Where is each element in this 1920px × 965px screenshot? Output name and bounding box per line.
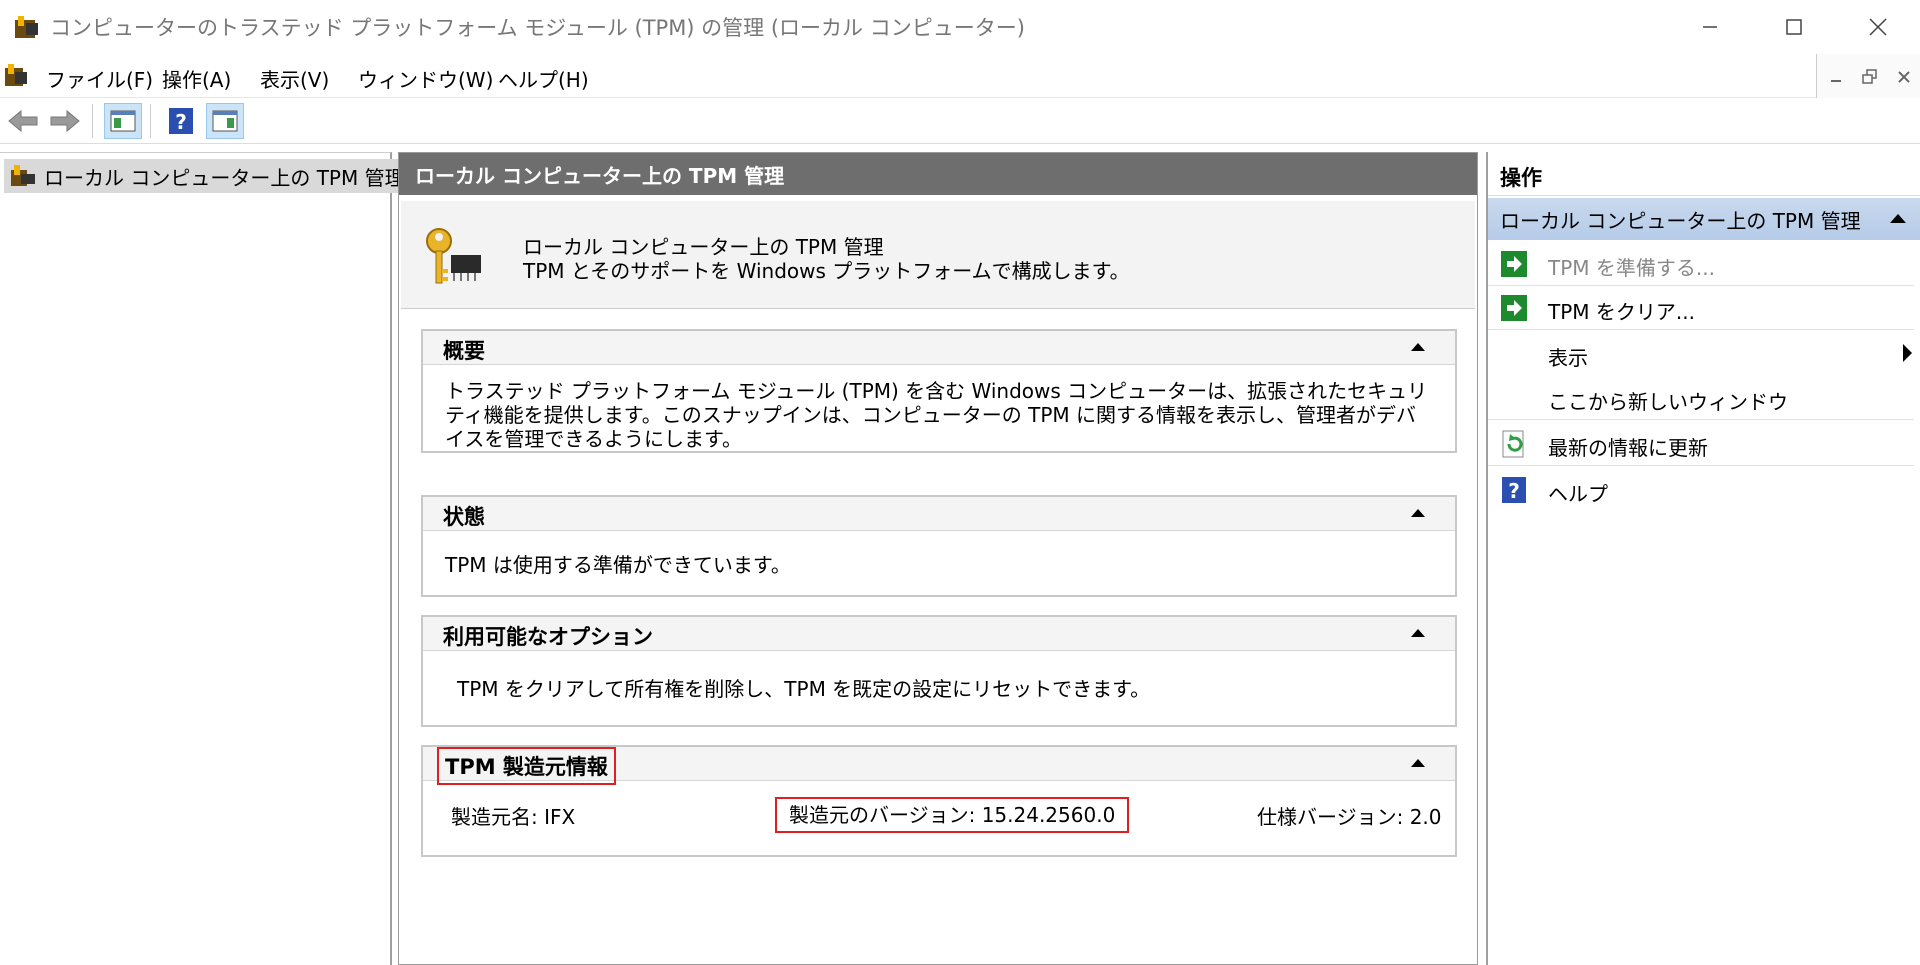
section-status: 状態 TPM は使用する準備ができています。: [421, 495, 1457, 597]
maximize-button[interactable]: [1754, 0, 1834, 54]
overview-text: トラステッド プラットフォーム モジュール (TPM) を含む Windows …: [445, 379, 1428, 451]
section-title: 概要: [443, 339, 485, 363]
svg-text:?: ?: [1508, 479, 1520, 503]
menu-window[interactable]: ウィンドウ(W): [358, 64, 493, 93]
restore-icon: [1862, 69, 1877, 84]
window-title: コンピューターのトラステッド プラットフォーム モジュール (TPM) の管理 …: [50, 16, 1025, 40]
toolbar-separator: [92, 104, 93, 138]
toolbar: ?: [0, 98, 1920, 144]
maximize-icon: [1786, 19, 1802, 35]
action-label: 表示: [1548, 346, 1588, 370]
tpm-icon: [11, 165, 35, 186]
submenu-arrow-icon: [1903, 344, 1912, 362]
action-prepare-tpm[interactable]: TPM を準備する...: [1488, 242, 1914, 286]
actions-group-tpm-management[interactable]: ローカル コンピューター上の TPM 管理: [1488, 198, 1920, 240]
actions-group-label: ローカル コンピューター上の TPM 管理: [1500, 208, 1861, 233]
minimize-icon: [1703, 26, 1717, 28]
action-label: 最新の情報に更新: [1548, 436, 1708, 460]
help-icon: ?: [169, 108, 193, 134]
section-title: 利用可能なオプション: [443, 625, 653, 649]
back-arrow-icon: [8, 109, 38, 133]
console-tree-icon: [110, 110, 136, 132]
collapse-arrow-icon[interactable]: [1411, 509, 1425, 517]
green-arrow-icon: [1501, 295, 1527, 321]
tpm-app-icon: [15, 16, 38, 38]
options-text: TPM をクリアして所有権を削除し、TPM を既定の設定にリセットできます。: [457, 677, 1151, 701]
intro-description: TPM とそのサポートを Windows プラットフォームで構成します。: [523, 259, 1130, 283]
action-label: ヘルプ: [1548, 482, 1608, 506]
refresh-icon: [1502, 430, 1524, 458]
tree-item-label: ローカル コンピューター上の TPM 管理: [44, 165, 405, 190]
document-icon[interactable]: [2, 62, 30, 90]
help-icon: ?: [1502, 477, 1526, 503]
action-refresh[interactable]: 最新の情報に更新: [1488, 422, 1914, 466]
show-hide-action-pane-button[interactable]: [206, 103, 244, 139]
collapse-arrow-icon[interactable]: [1411, 629, 1425, 637]
action-view[interactable]: 表示: [1488, 332, 1914, 376]
mdi-controls: [1816, 54, 1920, 100]
section-overview: 概要 トラステッド プラットフォーム モジュール (TPM) を含む Windo…: [421, 329, 1457, 453]
key-chip-icon: [426, 228, 481, 284]
actions-header: 操作: [1488, 158, 1920, 196]
action-clear-tpm[interactable]: TPM をクリア...: [1488, 286, 1914, 330]
actions-pane: 操作 ローカル コンピューター上の TPM 管理 TPM を準備する... TP…: [1486, 152, 1920, 965]
action-label: TPM をクリア...: [1548, 300, 1695, 324]
show-hide-console-tree-button[interactable]: [104, 103, 142, 139]
section-title: 状態: [443, 505, 485, 529]
minimize-icon: [1831, 80, 1841, 82]
action-help[interactable]: ? ヘルプ: [1488, 468, 1914, 512]
menu-file[interactable]: ファイル(F): [46, 64, 153, 93]
toolbar-separator: [150, 104, 151, 138]
manufacturer-version: 製造元のバージョン: 15.24.2560.0: [775, 797, 1130, 833]
back-button[interactable]: [4, 103, 42, 139]
section-header[interactable]: TPM 製造元情報: [423, 747, 1455, 785]
spec-version: 仕様バージョン: 2.0: [1257, 805, 1442, 829]
section-available-options: 利用可能なオプション TPM をクリアして所有権を削除し、TPM を既定の設定に…: [421, 615, 1457, 727]
svg-text:?: ?: [175, 110, 187, 134]
center-pane: ローカル コンピューター上の TPM 管理 ローカル コンピューター上の TPM…: [398, 152, 1478, 965]
menu-bar: ファイル(F) 操作(A) 表示(V) ウィンドウ(W) ヘルプ(H): [0, 54, 1920, 98]
console-tree-pane: ローカル コンピューター上の TPM 管理: [0, 152, 413, 965]
help-toolbar-button[interactable]: ?: [162, 103, 200, 139]
action-label: ここから新しいウィンドウ: [1548, 390, 1788, 414]
menu-help[interactable]: ヘルプ(H): [498, 64, 589, 93]
action-pane-icon: [212, 110, 238, 132]
close-icon: [1869, 18, 1887, 36]
center-header: ローカル コンピューター上の TPM 管理: [399, 153, 1477, 195]
child-close-button[interactable]: [1889, 64, 1919, 90]
close-icon: [1898, 71, 1910, 83]
intro-panel: ローカル コンピューター上の TPM 管理 TPM とそのサポートを Windo…: [401, 201, 1475, 309]
section-header[interactable]: 利用可能なオプション: [423, 617, 1455, 651]
title-bar: コンピューターのトラステッド プラットフォーム モジュール (TPM) の管理 …: [0, 0, 1920, 54]
section-header[interactable]: 概要: [423, 331, 1455, 365]
manufacturer-name: 製造元名: IFX: [451, 805, 576, 829]
child-restore-button[interactable]: [1855, 64, 1885, 90]
collapse-arrow-icon[interactable]: [1411, 343, 1425, 351]
green-arrow-icon: [1501, 251, 1527, 277]
section-header[interactable]: 状態: [423, 497, 1455, 531]
close-button[interactable]: [1838, 0, 1918, 54]
action-new-window[interactable]: ここから新しいウィンドウ: [1488, 376, 1914, 420]
collapse-arrow-icon[interactable]: [1411, 759, 1425, 767]
minimize-button[interactable]: [1670, 0, 1750, 54]
section-manufacturer-info: TPM 製造元情報 製造元名: IFX 製造元のバージョン: 15.24.256…: [421, 745, 1457, 857]
status-text: TPM は使用する準備ができています。: [445, 553, 791, 577]
menu-view[interactable]: 表示(V): [260, 64, 329, 93]
forward-arrow-icon: [50, 109, 80, 133]
menu-action[interactable]: 操作(A): [162, 64, 231, 93]
tree-item-tpm-management[interactable]: ローカル コンピューター上の TPM 管理: [4, 159, 413, 193]
child-minimize-button[interactable]: [1821, 64, 1851, 90]
forward-button[interactable]: [46, 103, 84, 139]
collapse-arrow-icon[interactable]: [1890, 214, 1906, 223]
action-label: TPM を準備する...: [1548, 256, 1715, 280]
section-title: TPM 製造元情報: [437, 747, 616, 785]
